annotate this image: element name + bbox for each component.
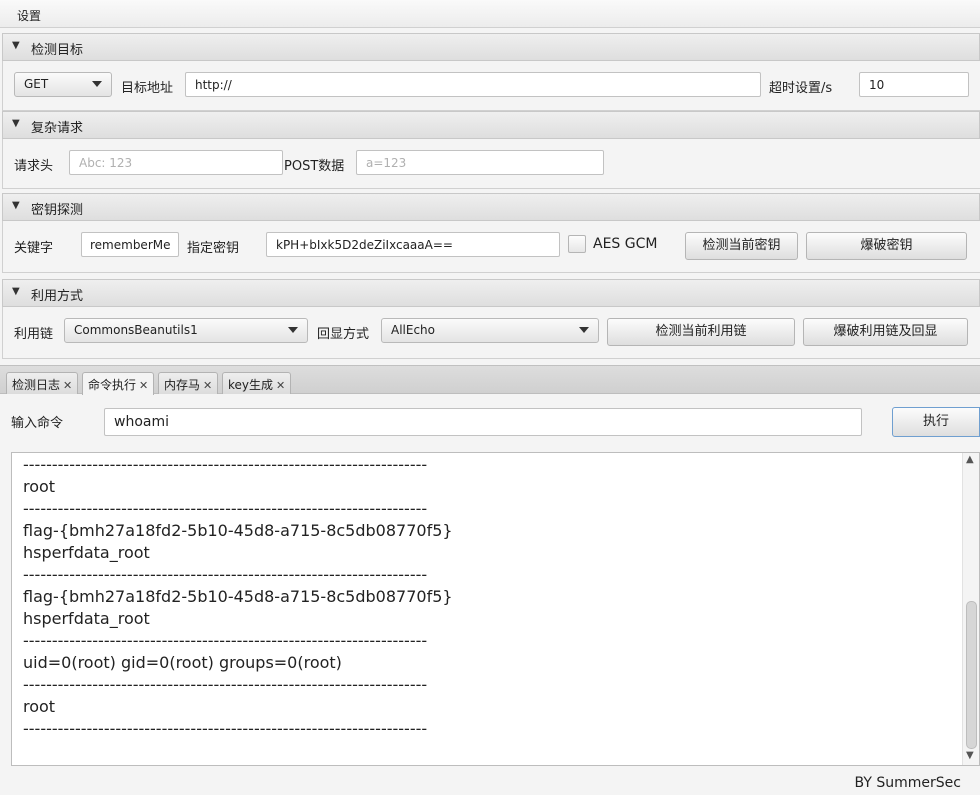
brute-chain-button[interactable]: 爆破利用链及回显 xyxy=(803,318,968,346)
keyword-label: 关键字 xyxy=(14,241,54,256)
echo-label: 回显方式 xyxy=(317,327,370,342)
echo-value: AllEcho xyxy=(391,323,436,337)
section-title: 复杂请求 xyxy=(31,121,84,136)
output-line: root xyxy=(23,477,56,496)
command-label: 输入命令 xyxy=(11,416,64,431)
section-body-complex: 请求头 POST数据 xyxy=(2,139,980,189)
url-input[interactable] xyxy=(185,72,761,97)
section-header-exploit[interactable]: ▼ 利用方式 xyxy=(2,279,980,307)
method-select[interactable]: GET xyxy=(14,72,112,97)
output-line: ----------------------------------------… xyxy=(23,631,428,650)
keyword-input[interactable] xyxy=(81,232,179,257)
output-line: flag-{bmh27a18fd2-5b10-45d8-a715-8c5db08… xyxy=(23,521,453,540)
section-title: 利用方式 xyxy=(31,289,84,304)
output-line: uid=0(root) gid=0(root) groups=0(root) xyxy=(23,653,342,672)
chain-label: 利用链 xyxy=(14,327,54,342)
tab-label: key生成 xyxy=(228,378,274,392)
output-line: ----------------------------------------… xyxy=(23,455,428,474)
section-header-target[interactable]: ▼ 检测目标 xyxy=(2,33,980,61)
aes-gcm-label: AES GCM xyxy=(593,236,658,252)
output-line: hsperfdata_root xyxy=(23,543,150,562)
section-header-key[interactable]: ▼ 密钥探测 xyxy=(2,193,980,221)
execute-button[interactable]: 执行 xyxy=(892,407,980,437)
output-line: ----------------------------------------… xyxy=(23,565,428,584)
check-key-button[interactable]: 检测当前密钥 xyxy=(685,232,798,260)
timeout-label: 超时设置/s xyxy=(769,81,833,96)
output-scrollbar[interactable]: ▲ ▼ xyxy=(962,453,979,765)
post-label: POST数据 xyxy=(284,159,345,174)
scroll-up-icon[interactable]: ▲ xyxy=(966,454,974,465)
output-line: ----------------------------------------… xyxy=(23,719,428,738)
echo-select[interactable]: AllEcho xyxy=(381,318,599,343)
tab-keygen[interactable]: key生成 ✕ xyxy=(222,372,292,394)
command-input[interactable] xyxy=(104,408,862,436)
method-value: GET xyxy=(24,77,49,91)
tab-memshell[interactable]: 内存马 ✕ xyxy=(158,372,219,394)
timeout-input[interactable] xyxy=(859,72,969,97)
tab-label: 命令执行 xyxy=(88,378,137,392)
tab-label: 内存马 xyxy=(164,378,201,392)
section-body-target: GET 目标地址 超时设置/s xyxy=(2,61,980,111)
section-title: 检测目标 xyxy=(31,43,84,58)
triangle-down-icon: ▼ xyxy=(12,286,20,297)
output-line: ----------------------------------------… xyxy=(23,675,428,694)
post-input[interactable] xyxy=(356,150,604,175)
output-line: hsperfdata_root xyxy=(23,609,150,628)
output-line: ----------------------------------------… xyxy=(23,499,428,518)
footer-credit: BY SummerSec xyxy=(854,775,961,791)
triangle-down-icon: ▼ xyxy=(12,200,20,211)
section-title: 密钥探测 xyxy=(31,203,84,218)
triangle-down-icon: ▼ xyxy=(12,40,20,51)
key-label: 指定密钥 xyxy=(187,241,240,256)
header-input[interactable] xyxy=(69,150,283,175)
scrollbar-thumb[interactable] xyxy=(966,601,977,749)
aes-gcm-checkbox[interactable] xyxy=(568,235,586,253)
output-line: flag-{bmh27a18fd2-5b10-45d8-a715-8c5db08… xyxy=(23,587,453,606)
chevron-down-icon xyxy=(288,327,298,333)
triangle-down-icon: ▼ xyxy=(12,118,20,129)
close-icon[interactable]: ✕ xyxy=(276,379,285,392)
key-input[interactable] xyxy=(266,232,560,257)
section-body-key: 关键字 指定密钥 AES GCM 检测当前密钥 爆破密钥 xyxy=(2,221,980,273)
url-label: 目标地址 xyxy=(121,81,174,96)
output-line: root xyxy=(23,697,56,716)
tab-command[interactable]: 命令执行 ✕ xyxy=(82,372,155,395)
section-body-exploit: 利用链 CommonsBeanutils1 回显方式 AllEcho 检测当前利… xyxy=(2,307,980,359)
tab-log[interactable]: 检测日志 ✕ xyxy=(6,372,79,394)
chain-select[interactable]: CommonsBeanutils1 xyxy=(64,318,308,343)
chevron-down-icon xyxy=(579,327,589,333)
tab-bar: 检测日志 ✕ 命令执行 ✕ 内存马 ✕ key生成 ✕ xyxy=(0,365,980,395)
close-icon[interactable]: ✕ xyxy=(63,379,72,392)
header-label: 请求头 xyxy=(14,159,54,174)
close-icon[interactable]: ✕ xyxy=(139,379,148,392)
scroll-down-icon[interactable]: ▼ xyxy=(966,750,974,761)
close-icon[interactable]: ✕ xyxy=(203,379,212,392)
menu-bar: 设置 xyxy=(0,0,980,28)
section-header-complex[interactable]: ▼ 复杂请求 xyxy=(2,111,980,139)
chevron-down-icon xyxy=(92,81,102,87)
check-chain-button[interactable]: 检测当前利用链 xyxy=(607,318,795,346)
tab-label: 检测日志 xyxy=(12,378,61,392)
menu-settings[interactable]: 设置 xyxy=(17,7,41,24)
chain-value: CommonsBeanutils1 xyxy=(74,323,198,337)
brute-key-button[interactable]: 爆破密钥 xyxy=(806,232,967,260)
output-textarea[interactable]: ----------------------------------------… xyxy=(11,452,980,766)
